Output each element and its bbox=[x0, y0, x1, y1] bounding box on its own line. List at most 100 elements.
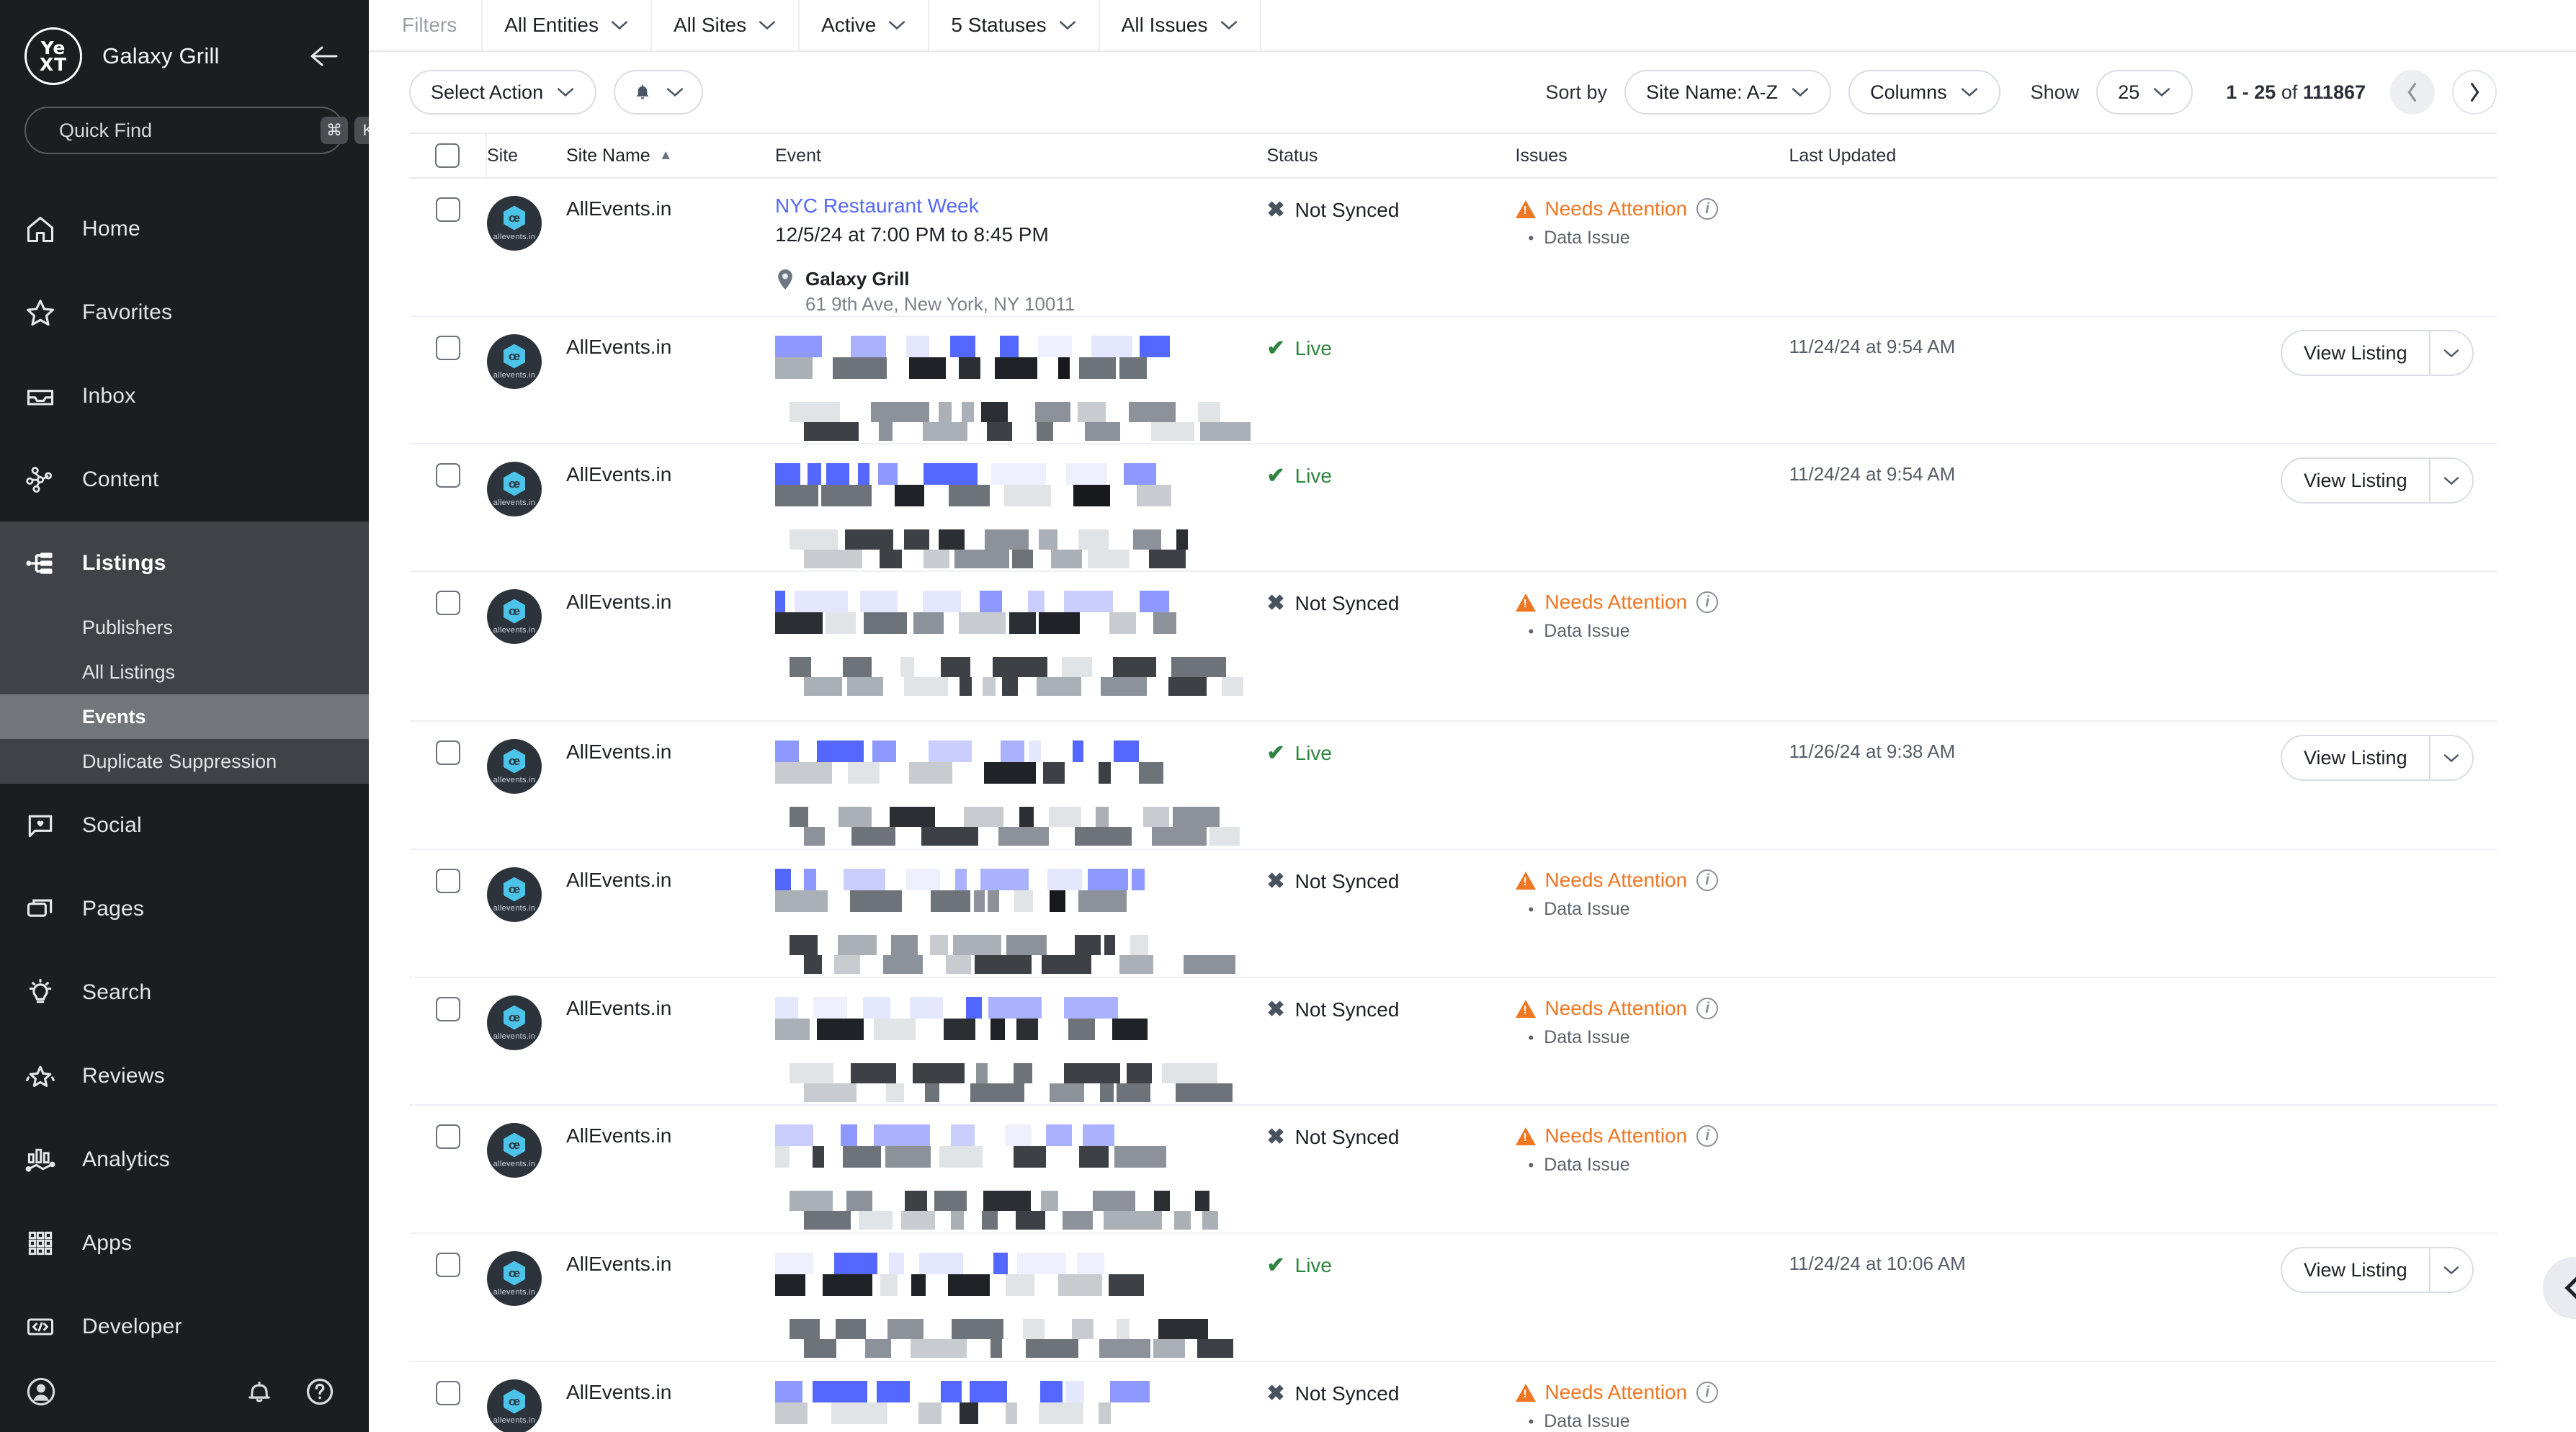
filter-all-entities[interactable]: All Entities bbox=[483, 0, 652, 50]
row-checkbox[interactable] bbox=[436, 463, 460, 488]
info-icon[interactable]: i bbox=[1696, 1125, 1719, 1147]
header-site-name[interactable]: Site Name ▲ bbox=[566, 146, 775, 166]
issue-status[interactable]: Needs Attention i bbox=[1515, 1124, 1789, 1147]
sort-dropdown[interactable]: Site Name: A-Z bbox=[1624, 70, 1832, 115]
filter-all-issues[interactable]: All Issues bbox=[1100, 0, 1261, 50]
row-checkbox[interactable] bbox=[436, 740, 460, 765]
sidebar-item-home[interactable]: Home bbox=[0, 187, 369, 271]
view-listing-button[interactable]: View Listing bbox=[2282, 736, 2429, 779]
sidebar-item-search[interactable]: Search bbox=[0, 951, 369, 1034]
sidebar-item-social[interactable]: Social bbox=[0, 784, 369, 867]
sidebar-item-all-listings[interactable]: All Listings bbox=[0, 650, 369, 694]
redacted-text-block bbox=[954, 550, 1009, 568]
collapse-sidebar-button[interactable] bbox=[305, 37, 344, 76]
row-checkbox[interactable] bbox=[436, 997, 460, 1021]
sidebar-item-events[interactable]: Events bbox=[0, 694, 369, 739]
table-row[interactable]: œ allevents.in AllEvents.in ✔ Live 11/24/… bbox=[409, 317, 2497, 444]
select-all-checkbox[interactable] bbox=[435, 143, 460, 168]
sidebar-item-content[interactable]: Content bbox=[0, 438, 369, 522]
row-checkbox[interactable] bbox=[436, 591, 460, 615]
sidebar-item-apps[interactable]: Apps bbox=[0, 1201, 369, 1285]
view-listing-button[interactable]: View Listing bbox=[2282, 1248, 2429, 1292]
table-header-row: Site Site Name ▲ Event Status Issues Las… bbox=[409, 134, 2497, 179]
sidebar-item-label: Home bbox=[82, 217, 140, 241]
redacted-text-block bbox=[1093, 1191, 1135, 1211]
issue-status[interactable]: Needs Attention i bbox=[1515, 591, 1789, 614]
redacted-text-block bbox=[813, 1381, 867, 1402]
view-listing-dropdown-toggle[interactable] bbox=[2428, 459, 2472, 502]
quick-find[interactable]: ⌘ K bbox=[24, 107, 382, 154]
sidebar-item-pages[interactable]: Pages bbox=[0, 867, 369, 951]
row-checkbox[interactable] bbox=[436, 336, 460, 360]
issue-status[interactable]: Needs Attention i bbox=[1515, 197, 1789, 220]
brand: Ye XT Galaxy Grill bbox=[24, 22, 344, 91]
sidebar-item-inbox[interactable]: Inbox bbox=[0, 354, 369, 438]
table-row[interactable]: œ allevents.in AllEvents.in ✔ Live 11/24/… bbox=[409, 444, 2497, 572]
view-listing-button-group[interactable]: View Listing bbox=[2281, 735, 2474, 781]
previous-page-button[interactable] bbox=[2390, 70, 2435, 115]
view-listing-dropdown-toggle[interactable] bbox=[2428, 1248, 2472, 1292]
table-row[interactable]: œ allevents.in AllEvents.in ✖ Not Synced … bbox=[409, 978, 2497, 1106]
page-size-dropdown[interactable]: 25 bbox=[2096, 70, 2193, 115]
info-icon[interactable]: i bbox=[1696, 198, 1719, 220]
user-avatar-button[interactable] bbox=[24, 1375, 58, 1408]
bullet-icon: • bbox=[1528, 622, 1534, 640]
table-row[interactable]: œ allevents.in AllEvents.in ✖ Not Synced … bbox=[409, 1106, 2497, 1234]
issue-status[interactable]: Needs Attention i bbox=[1515, 1381, 1789, 1404]
redacted-text-block bbox=[775, 762, 832, 784]
info-icon[interactable]: i bbox=[1696, 591, 1719, 613]
sidebar-item-analytics[interactable]: Analytics bbox=[0, 1118, 369, 1201]
view-listing-dropdown-toggle[interactable] bbox=[2428, 736, 2472, 779]
redacted-text-block bbox=[845, 529, 893, 550]
row-checkbox[interactable] bbox=[436, 1253, 460, 1277]
sidebar-item-duplicate-suppression[interactable]: Duplicate Suppression bbox=[0, 739, 369, 784]
table-row[interactable]: œ allevents.in AllEvents.in ✖ Not Synced … bbox=[409, 1362, 2497, 1432]
info-icon[interactable]: i bbox=[1696, 869, 1719, 891]
view-listing-button-group[interactable]: View Listing bbox=[2281, 1247, 2474, 1293]
table-row[interactable]: œ allevents.in AllEvents.in ✔ Live 11/24/… bbox=[409, 1234, 2497, 1362]
row-checkbox[interactable] bbox=[436, 869, 460, 893]
sidebar-item-listings[interactable]: Listings bbox=[0, 522, 369, 605]
notification-action-dropdown[interactable] bbox=[614, 70, 704, 115]
sidebar-item-favorites[interactable]: Favorites bbox=[0, 271, 369, 354]
columns-dropdown[interactable]: Columns bbox=[1848, 70, 2000, 115]
view-listing-dropdown-toggle[interactable] bbox=[2428, 331, 2472, 375]
table-row[interactable]: œ allevents.in AllEvents.in NYC Restaura… bbox=[409, 179, 2497, 317]
row-checkbox[interactable] bbox=[436, 1381, 460, 1405]
sidebar-item-developer[interactable]: Developer bbox=[0, 1285, 369, 1351]
event-title[interactable]: NYC Restaurant Week bbox=[775, 194, 1267, 218]
redacted-text-block bbox=[1114, 740, 1139, 762]
info-icon[interactable]: i bbox=[1696, 998, 1719, 1019]
redacted-text-block bbox=[1005, 1124, 1032, 1146]
select-action-dropdown[interactable]: Select Action bbox=[409, 70, 597, 115]
event-location-name: Galaxy Grill bbox=[805, 268, 910, 290]
row-checkbox[interactable] bbox=[436, 197, 460, 222]
info-icon[interactable]: i bbox=[1696, 1382, 1719, 1403]
redacted-text-block bbox=[860, 591, 898, 612]
view-listing-button[interactable]: View Listing bbox=[2282, 331, 2429, 375]
redacted-text-block bbox=[918, 1402, 942, 1424]
filter-active[interactable]: Active bbox=[800, 0, 930, 50]
redacted-text-block bbox=[1078, 402, 1106, 422]
issue-status[interactable]: Needs Attention i bbox=[1515, 869, 1789, 892]
next-page-button[interactable] bbox=[2452, 70, 2497, 115]
filter-statuses[interactable]: 5 Statuses bbox=[929, 0, 1100, 50]
view-listing-button-group[interactable]: View Listing bbox=[2281, 457, 2474, 504]
filter-all-sites[interactable]: All Sites bbox=[652, 0, 800, 50]
redacted-text-block bbox=[775, 1402, 808, 1424]
last-updated-cell: 11/24/24 at 10:06 AM bbox=[1789, 1253, 1966, 1274]
notifications-button[interactable] bbox=[243, 1376, 275, 1408]
help-button[interactable] bbox=[304, 1376, 336, 1408]
table-row[interactable]: œ allevents.in AllEvents.in ✔ Live 11/26/… bbox=[409, 722, 2497, 850]
row-checkbox[interactable] bbox=[436, 1124, 460, 1149]
sidebar-item-publishers[interactable]: Publishers bbox=[0, 605, 369, 650]
table-row[interactable]: œ allevents.in AllEvents.in ✖ Not Synced … bbox=[409, 850, 2497, 978]
last-updated-cell: 11/24/24 at 9:54 AM bbox=[1789, 463, 1956, 485]
view-listing-button-group[interactable]: View Listing bbox=[2281, 330, 2474, 376]
table-row[interactable]: œ allevents.in AllEvents.in ✖ Not Synced … bbox=[409, 572, 2497, 722]
select-all-cell bbox=[409, 134, 487, 177]
search-input[interactable] bbox=[59, 119, 314, 142]
sidebar-item-reviews[interactable]: Reviews bbox=[0, 1034, 369, 1118]
issue-status[interactable]: Needs Attention i bbox=[1515, 997, 1789, 1020]
view-listing-button[interactable]: View Listing bbox=[2282, 459, 2429, 502]
